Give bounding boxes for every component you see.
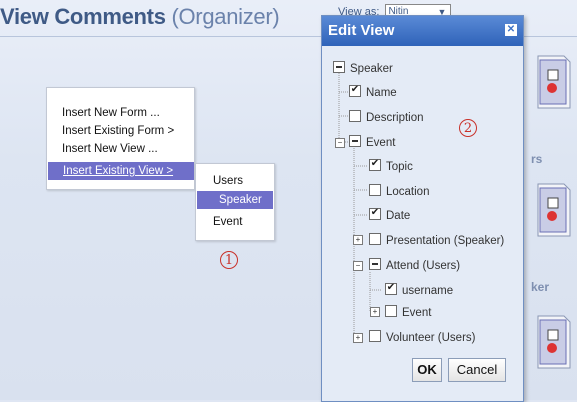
tree-node-name[interactable]: Name <box>349 85 397 99</box>
context-menu: Insert New Form ... Insert Existing Form… <box>46 87 195 190</box>
submenu-item-speaker[interactable]: Speaker <box>197 191 273 209</box>
expand-toggle-icon[interactable]: + <box>353 235 363 245</box>
submenu-item-event[interactable]: Event <box>196 213 274 231</box>
collapse-toggle-icon[interactable]: − <box>335 138 345 148</box>
checkbox[interactable] <box>369 208 381 220</box>
checkbox[interactable] <box>369 330 381 342</box>
submenu: Users Speaker Event <box>195 163 275 241</box>
tree-node-date[interactable]: Date <box>369 208 410 222</box>
checkbox[interactable] <box>349 110 361 122</box>
tree-node-event[interactable]: Event <box>349 135 395 149</box>
form-icon-column <box>524 40 577 400</box>
cancel-button[interactable]: Cancel <box>448 358 506 382</box>
submenu-item-users[interactable]: Users <box>196 172 274 190</box>
form-file-icon[interactable] <box>530 312 574 372</box>
expand-toggle-icon[interactable]: + <box>370 307 380 317</box>
form-label: ker <box>531 280 550 294</box>
step-marker-1: 1 <box>220 251 238 269</box>
checkbox[interactable] <box>369 184 381 196</box>
collapse-toggle-icon[interactable]: − <box>353 261 363 271</box>
partial-checkbox[interactable] <box>333 61 345 73</box>
tree-node-topic[interactable]: Topic <box>369 159 413 173</box>
form-file-icon[interactable] <box>530 52 574 112</box>
menu-item-insert-new-view[interactable]: Insert New View ... <box>47 140 194 158</box>
page-title: View Comments (Organizer) <box>0 4 280 30</box>
tree-node-speaker[interactable]: Speaker <box>333 61 393 75</box>
tree-node-location[interactable]: Location <box>369 184 429 198</box>
page-title-role: (Organizer) <box>171 4 280 29</box>
form-file-icon[interactable] <box>530 180 574 240</box>
tree-node-attend-event[interactable]: Event <box>385 305 431 319</box>
expand-toggle-icon[interactable]: + <box>353 333 363 343</box>
partial-checkbox[interactable] <box>369 258 381 270</box>
checkbox[interactable] <box>385 283 397 295</box>
checkbox[interactable] <box>385 305 397 317</box>
edit-view-dialog: Edit View ✕ Speaker Name Description − <box>321 15 524 402</box>
checkbox[interactable] <box>369 159 381 171</box>
tree-node-username[interactable]: username <box>385 283 453 297</box>
step-marker-2: 2 <box>459 119 477 137</box>
menu-item-insert-new-form[interactable]: Insert New Form ... <box>47 104 194 122</box>
tree-node-attend[interactable]: Attend (Users) <box>369 258 460 272</box>
partial-checkbox[interactable] <box>349 135 361 147</box>
tree-node-volunteer[interactable]: Volunteer (Users) <box>369 330 475 344</box>
tree-node-description[interactable]: Description <box>349 110 424 124</box>
tree-node-presentation[interactable]: Presentation (Speaker) <box>369 233 504 247</box>
page-title-main: View Comments <box>0 4 166 29</box>
ok-button[interactable]: OK <box>412 358 442 382</box>
checkbox[interactable] <box>369 233 381 245</box>
form-label: rs <box>531 152 543 166</box>
menu-item-insert-existing-form[interactable]: Insert Existing Form > <box>47 122 194 140</box>
checkbox[interactable] <box>349 85 361 97</box>
menu-item-insert-existing-view[interactable]: Insert Existing View > <box>48 162 194 180</box>
